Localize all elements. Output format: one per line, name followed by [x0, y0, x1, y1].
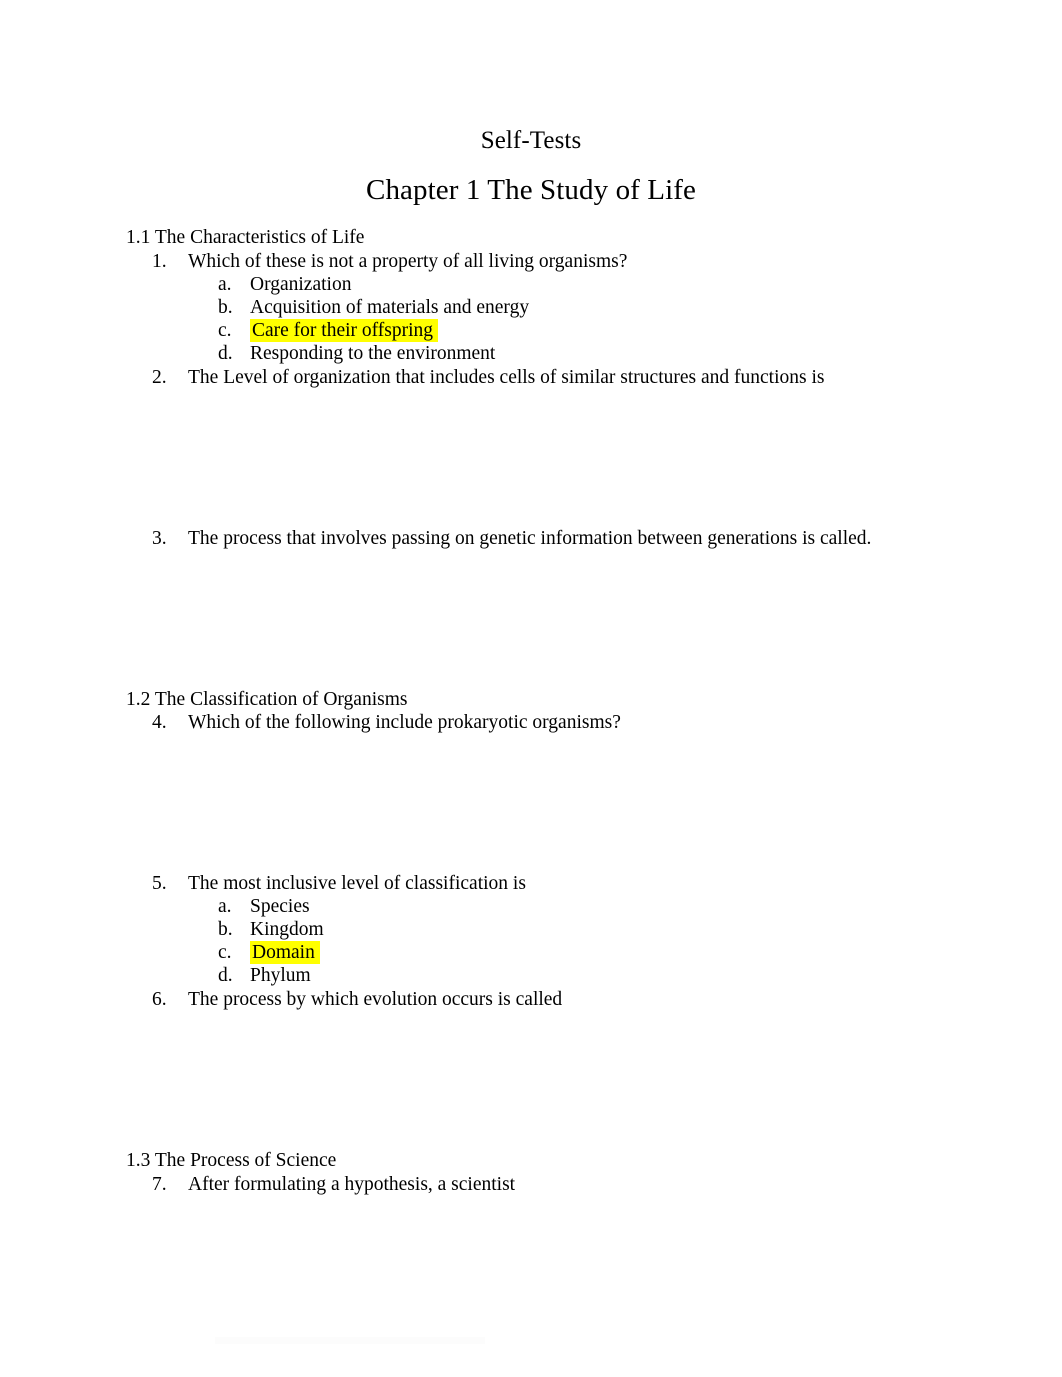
- question-number: 7.: [152, 1174, 167, 1195]
- choice-letter: b.: [218, 919, 233, 940]
- section-heading: 1.3 The Process of Science: [126, 1150, 337, 1171]
- choice-letter: d.: [218, 343, 233, 364]
- choice-text-highlighted: Care for their offspring: [250, 319, 439, 342]
- question-item: 6. The process by which evolution occurs …: [152, 988, 562, 1011]
- question-item: 5. The most inclusive level of classifica…: [152, 872, 526, 895]
- question-item: 2. The Level of organization that include…: [152, 366, 824, 389]
- choice-text: Acquisition of materials and energy: [250, 297, 530, 318]
- page-footer-artifact: [215, 1337, 485, 1344]
- question-item: 3. The process that involves passing on g…: [152, 527, 871, 550]
- question-number: 1.: [152, 251, 167, 272]
- answer-choice: a. Species: [218, 895, 310, 918]
- question-number: 4.: [152, 712, 167, 733]
- answer-choice: b. Acquisition of materials and energy: [218, 296, 529, 319]
- choice-text: Species: [250, 896, 310, 917]
- question-text: The Level of organization that includes …: [188, 367, 825, 388]
- section-heading: 1.1 The Characteristics of Life: [126, 227, 365, 248]
- choice-text: Kingdom: [250, 919, 324, 940]
- choice-letter: c.: [218, 942, 232, 963]
- choice-letter: a.: [218, 896, 232, 917]
- question-text: The process by which evolution occurs is…: [188, 989, 563, 1010]
- question-text: Which of the following include prokaryot…: [188, 712, 621, 733]
- answer-choice: c. Care for their offspring: [218, 319, 439, 342]
- answer-choice: d. Responding to the environment: [218, 342, 495, 365]
- question-number: 5.: [152, 873, 167, 894]
- question-number: 6.: [152, 989, 167, 1010]
- page-title: Self-Tests: [480, 127, 582, 154]
- choice-text: Organization: [250, 274, 352, 295]
- answer-choice: c. Domain: [218, 941, 320, 964]
- chapter-title: Chapter 1 The Study of Life: [366, 174, 696, 206]
- answer-choice: b. Kingdom: [218, 918, 324, 941]
- choice-text-highlighted: Domain: [250, 941, 320, 964]
- choice-letter: a.: [218, 274, 232, 295]
- question-item: 4. Which of the following include prokary…: [152, 711, 621, 734]
- choice-text: Responding to the environment: [250, 343, 496, 364]
- question-number: 2.: [152, 367, 167, 388]
- question-text: After formulating a hypothesis, a scient…: [188, 1174, 516, 1195]
- question-item: 7. After formulating a hypothesis, a scie…: [152, 1173, 515, 1196]
- section-heading: 1.2 The Classification of Organisms: [126, 689, 408, 710]
- question-text: Which of these is not a property of all …: [188, 251, 628, 272]
- answer-choice: a. Organization: [218, 273, 351, 296]
- question-number: 3.: [152, 528, 167, 549]
- question-item: 1. Which of these is not a property of al…: [152, 250, 627, 273]
- choice-letter: c.: [218, 320, 232, 341]
- choice-text: Phylum: [250, 965, 311, 986]
- document-page: Self-Tests Chapter 1 The Study of Life 1…: [0, 0, 1062, 1377]
- question-text: The process that involves passing on gen…: [188, 528, 872, 549]
- answer-choice: d. Phylum: [218, 964, 311, 987]
- question-text: The most inclusive level of classificati…: [188, 873, 526, 894]
- choice-letter: d.: [218, 965, 233, 986]
- choice-letter: b.: [218, 297, 233, 318]
